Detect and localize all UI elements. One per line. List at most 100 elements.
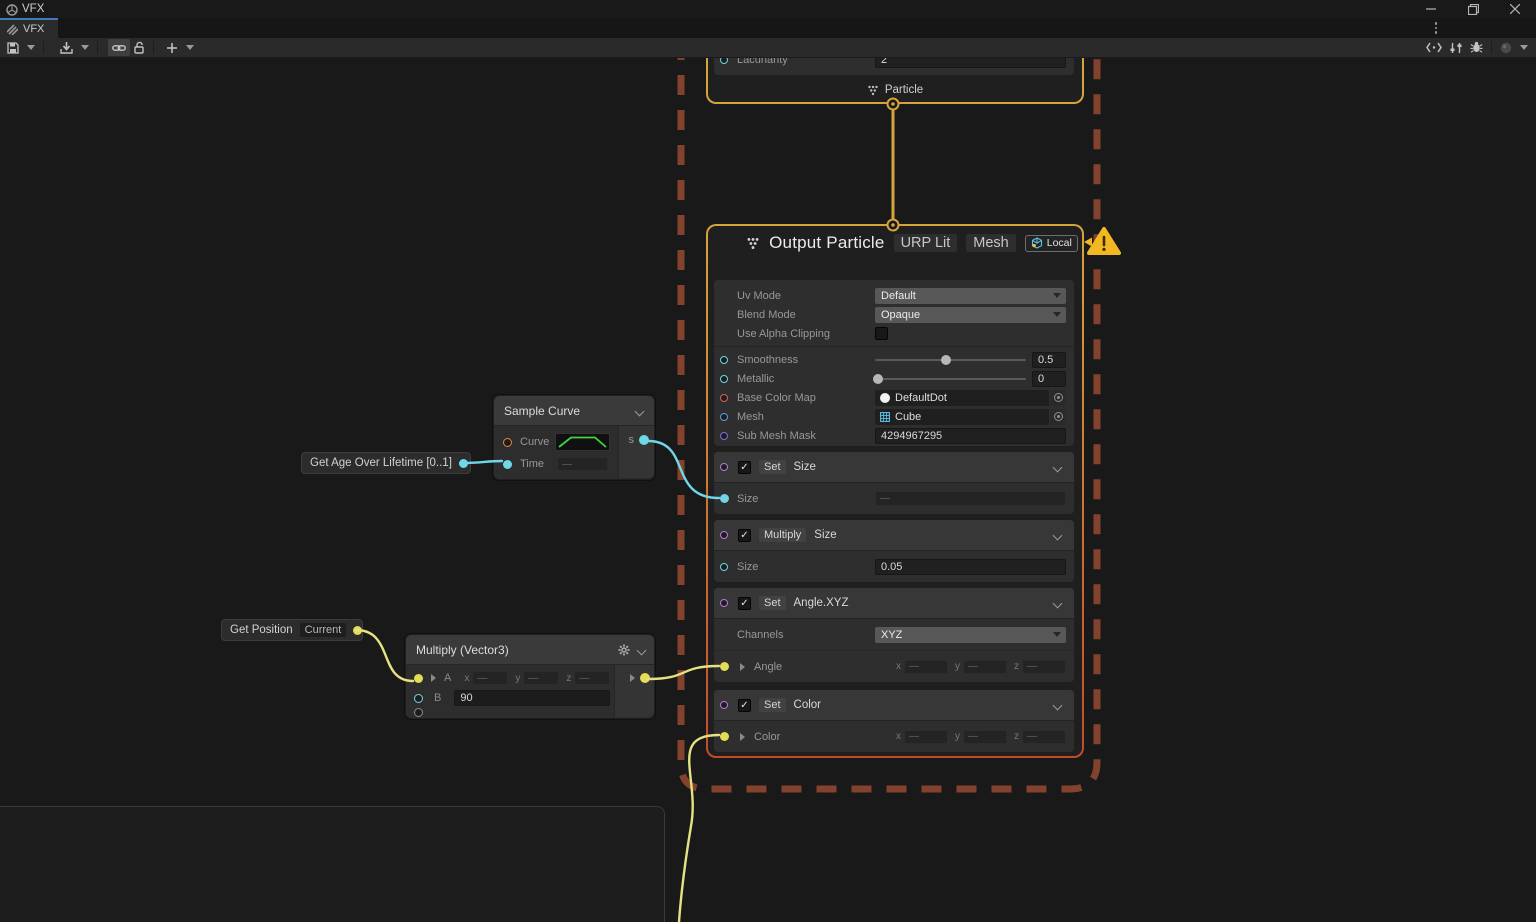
- metallic-slider[interactable]: [875, 378, 1026, 380]
- sample-curve-node[interactable]: Sample Curve Curve Time — s: [493, 395, 655, 480]
- context-header[interactable]: Output Particle URP Lit Mesh Local: [708, 226, 1082, 260]
- curve-input-port[interactable]: [503, 438, 512, 447]
- base-color-map-object-field[interactable]: DefaultDot: [875, 390, 1049, 406]
- lock-button[interactable]: [130, 39, 149, 56]
- mesh-object-field[interactable]: Cube: [875, 409, 1049, 425]
- blend-mode-dropdown[interactable]: Opaque: [875, 307, 1066, 323]
- metallic-port[interactable]: [720, 375, 728, 383]
- space-badge[interactable]: Local: [1025, 235, 1078, 252]
- tab-vfx[interactable]: VFX: [0, 18, 58, 38]
- close-button[interactable]: [1494, 0, 1536, 18]
- mesh-label: Mesh: [737, 411, 764, 423]
- channels-dropdown[interactable]: XYZ: [875, 627, 1066, 643]
- a-input-port[interactable]: [414, 674, 423, 683]
- smoothness-port[interactable]: [720, 356, 728, 364]
- uv-mode-label: Uv Mode: [737, 290, 781, 302]
- sample-output-port[interactable]: [639, 435, 649, 445]
- curve-preview-field[interactable]: [555, 433, 610, 451]
- size-input-port[interactable]: [720, 563, 728, 571]
- chevron-down-icon[interactable]: [1054, 463, 1062, 471]
- mesh-port[interactable]: [720, 413, 728, 421]
- angle-y-field: —: [963, 660, 1007, 674]
- maximize-button[interactable]: [1452, 0, 1494, 18]
- get-age-node[interactable]: Get Age Over Lifetime [0..1]: [301, 452, 471, 474]
- metallic-field[interactable]: 0: [1032, 371, 1066, 387]
- get-position-label: Get Position: [230, 624, 293, 636]
- set-size-block-port[interactable]: [720, 463, 728, 471]
- base-color-map-value: DefaultDot: [895, 392, 947, 404]
- foldout-arrow-icon[interactable]: [431, 674, 436, 682]
- template-dropdown[interactable]: [77, 39, 93, 56]
- set-color-block[interactable]: ✓ Set Color Color x— y— z—: [714, 690, 1074, 752]
- toolbar-separator: [153, 41, 154, 54]
- get-position-space-tag[interactable]: Current: [300, 623, 347, 637]
- b-input-port[interactable]: [414, 694, 423, 703]
- add-node-button[interactable]: [162, 39, 182, 56]
- group-panel[interactable]: [0, 806, 665, 922]
- foldout-arrow-icon[interactable]: [630, 674, 635, 682]
- chevron-down-icon[interactable]: [1054, 531, 1062, 539]
- topology-tag[interactable]: Mesh: [966, 234, 1015, 252]
- smoothness-slider[interactable]: [875, 359, 1026, 361]
- foldout-arrow-icon[interactable]: [740, 733, 745, 741]
- size-field-disabled: —: [875, 491, 1066, 506]
- panel-dropdown[interactable]: [1516, 39, 1532, 56]
- chevron-down-icon[interactable]: [1054, 599, 1062, 607]
- sample-curve-header[interactable]: Sample Curve: [494, 396, 654, 426]
- foldout-arrow-icon[interactable]: [740, 663, 745, 671]
- base-color-map-port[interactable]: [720, 394, 728, 402]
- angle-input-port[interactable]: [720, 662, 729, 671]
- set-color-enabled-checkbox[interactable]: ✓: [738, 699, 751, 712]
- get-age-output-port[interactable]: [459, 459, 468, 468]
- set-size-block[interactable]: ✓ Set Size Size —: [714, 452, 1074, 514]
- debug-button[interactable]: [1466, 39, 1487, 56]
- show-code-button[interactable]: [1422, 39, 1446, 56]
- set-color-block-port[interactable]: [720, 701, 728, 709]
- color-input-port[interactable]: [720, 732, 729, 741]
- sub-mesh-mask-port[interactable]: [720, 432, 728, 440]
- render-pipeline-tag[interactable]: URP Lit: [894, 234, 958, 252]
- extra-input-port[interactable]: [414, 708, 423, 717]
- sub-mesh-mask-field[interactable]: 4294967295: [875, 428, 1066, 444]
- size-field[interactable]: 0.05: [875, 559, 1066, 575]
- object-picker-button[interactable]: [1050, 390, 1066, 406]
- chevron-down-icon[interactable]: [1054, 701, 1062, 709]
- multiply-header[interactable]: Multiply (Vector3): [406, 635, 654, 665]
- object-picker-button[interactable]: [1050, 409, 1066, 425]
- angle-z-field: —: [1022, 660, 1066, 674]
- multiply-size-block[interactable]: ✓ Multiply Size Size 0.05: [714, 520, 1074, 582]
- texture-preview: [880, 393, 890, 403]
- insert-template-button[interactable]: [56, 39, 77, 56]
- uv-mode-dropdown[interactable]: Default: [875, 288, 1066, 304]
- help-button[interactable]: [1496, 39, 1516, 56]
- multiply-size-enabled-checkbox[interactable]: ✓: [738, 529, 751, 542]
- minimize-button[interactable]: [1410, 0, 1452, 18]
- set-angle-block-port[interactable]: [720, 599, 728, 607]
- tab-options-kebab-icon[interactable]: [1430, 22, 1442, 34]
- multiply-title: Multiply (Vector3): [416, 643, 509, 657]
- set-angle-enabled-checkbox[interactable]: ✓: [738, 597, 751, 610]
- set-angle-block[interactable]: ✓ Set Angle.XYZ Channels XYZ Angle x— y—: [714, 588, 1074, 682]
- settings-gear-icon[interactable]: [618, 644, 630, 656]
- object-picker-icon: [1054, 412, 1063, 421]
- alpha-clip-checkbox[interactable]: [875, 327, 888, 340]
- get-position-output-port[interactable]: [353, 626, 362, 635]
- link-toggle-button[interactable]: [108, 39, 130, 56]
- save-button[interactable]: [3, 39, 23, 56]
- chevron-down-icon[interactable]: [638, 646, 646, 654]
- size-input-port[interactable]: [720, 494, 729, 503]
- multiply-size-block-port[interactable]: [720, 531, 728, 539]
- b-field[interactable]: 90: [454, 690, 610, 706]
- multiply-output-port[interactable]: [640, 673, 650, 683]
- add-dropdown[interactable]: [182, 39, 198, 56]
- save-dropdown[interactable]: [23, 39, 39, 56]
- multiply-vector3-node[interactable]: Multiply (Vector3) A x— y— z— B 90: [405, 634, 655, 719]
- chevron-down-icon[interactable]: [636, 407, 644, 415]
- output-particle-context-node[interactable]: Output Particle URP Lit Mesh Local Uv Mo…: [706, 224, 1084, 758]
- smoothness-field[interactable]: 0.5: [1032, 352, 1066, 368]
- get-position-node[interactable]: Get Position Current: [221, 619, 363, 641]
- set-size-enabled-checkbox[interactable]: ✓: [738, 461, 751, 474]
- curve-row: Curve: [494, 432, 619, 452]
- control-panel-button[interactable]: [1446, 39, 1466, 56]
- time-input-port[interactable]: [503, 460, 512, 469]
